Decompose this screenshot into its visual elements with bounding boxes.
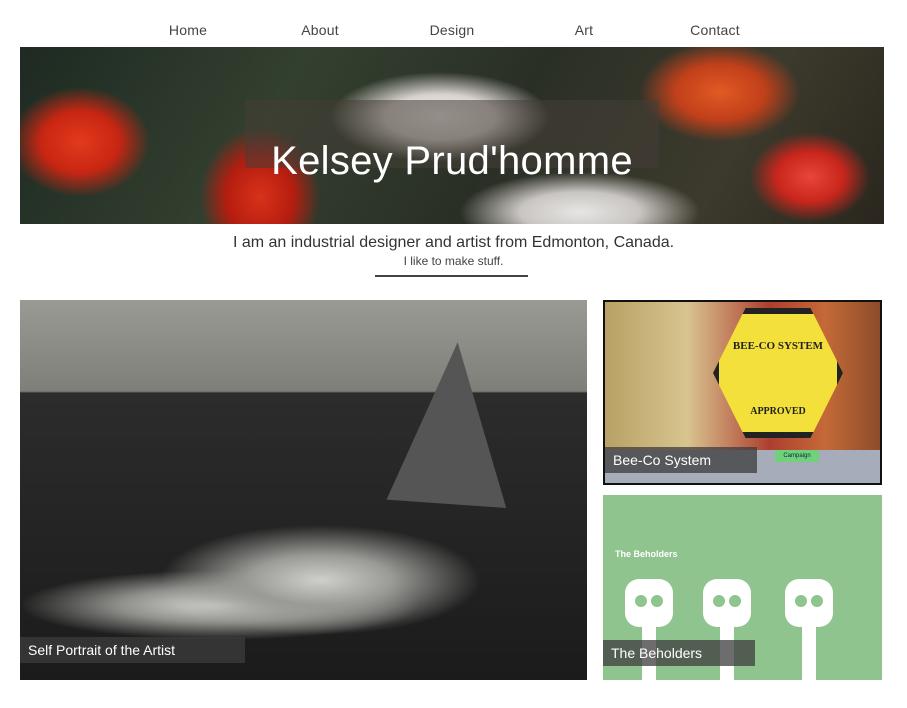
- tagline: I like to make stuff.: [403, 254, 504, 268]
- main-nav: Home About Design Art Contact: [0, 22, 907, 46]
- divider: [375, 275, 528, 277]
- tile-caption: The Beholders: [603, 640, 755, 666]
- hero-banner: Kelsey Prud'homme: [20, 47, 884, 224]
- badge-text-top: BEE-CO SYSTEM: [732, 340, 824, 352]
- portfolio-tile-bee-co[interactable]: BEE-CO SYSTEM APPROVED Campaign Bee-Co S…: [603, 300, 882, 485]
- nav-about[interactable]: About: [301, 22, 339, 38]
- portfolio-tile-beholders[interactable]: The Beholders The Beholders: [603, 495, 882, 680]
- binocular-viewer-icon: [783, 579, 835, 680]
- party-hat-artwork: [386, 338, 518, 508]
- tile-caption: Self Portrait of the Artist: [20, 637, 245, 663]
- intro-text: I am an industrial designer and artist f…: [232, 234, 675, 251]
- beholders-inner-title: The Beholders: [615, 549, 678, 559]
- nav-home[interactable]: Home: [169, 22, 207, 38]
- portfolio-tile-self-portrait[interactable]: Self Portrait of the Artist: [20, 300, 587, 680]
- bee-co-badge-icon: BEE-CO SYSTEM APPROVED: [713, 308, 843, 438]
- tile-caption: Bee-Co System: [605, 447, 757, 473]
- nav-design[interactable]: Design: [430, 22, 475, 38]
- badge-text-bottom: APPROVED: [750, 406, 806, 417]
- nav-contact[interactable]: Contact: [690, 22, 740, 38]
- campaign-tag: Campaign: [775, 450, 819, 462]
- nav-art[interactable]: Art: [575, 22, 594, 38]
- site-title: Kelsey Prud'homme: [271, 138, 633, 183]
- hero-title-box: Kelsey Prud'homme: [245, 100, 659, 183]
